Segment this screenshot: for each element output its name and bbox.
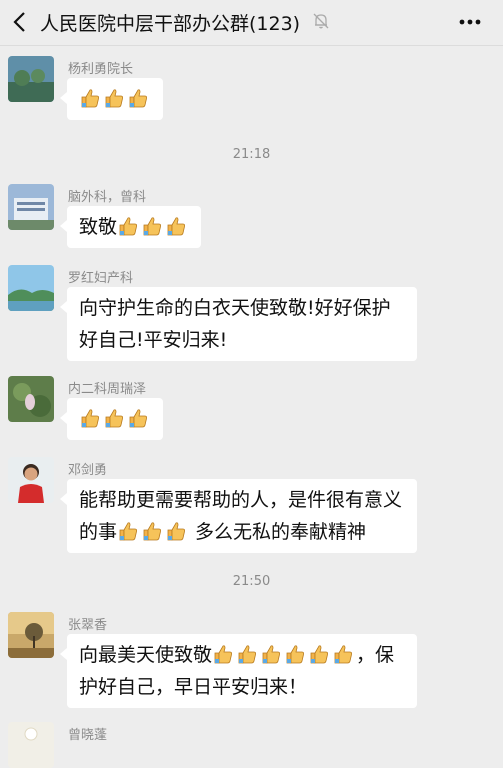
avatar[interactable] <box>8 265 54 311</box>
message-bubble[interactable]: 致敬 <box>59 206 202 248</box>
timestamp: 21:18 <box>232 147 271 162</box>
thumbs-up-icon <box>103 407 125 429</box>
sender-name: 脑外科，曾科 <box>68 190 147 205</box>
sender-name: 邓剑勇 <box>68 463 108 478</box>
avatar[interactable] <box>8 184 54 230</box>
timestamp: 21:50 <box>232 574 271 589</box>
thumbs-up-icon <box>284 643 306 665</box>
thumbs-up-icon <box>127 407 149 429</box>
thumbs-up-icon <box>260 643 282 665</box>
thumbs-up-icon <box>165 215 187 237</box>
message-bubble[interactable]: 向守护生命的白衣天使致敬!好好保护好自己!平安归来! <box>60 287 417 361</box>
thumbs-up-icon <box>212 643 234 665</box>
message-bubble[interactable] <box>60 78 163 120</box>
thumbs-up-icon <box>117 215 139 237</box>
thumbs-up-icon <box>103 87 125 109</box>
avatar[interactable] <box>8 722 54 768</box>
sender-name: 曾晓蓬 <box>68 728 108 743</box>
thumbs-up-icon <box>79 87 101 109</box>
thumbs-up-icon <box>141 215 163 237</box>
thumbs-up-icon <box>165 520 187 542</box>
thumbs-up-icon <box>127 87 149 109</box>
avatar[interactable] <box>8 457 54 503</box>
bell-off-icon <box>313 13 329 29</box>
avatar[interactable] <box>8 56 54 102</box>
thumbs-up-icon <box>141 520 163 542</box>
thumbs-up-icon <box>117 520 139 542</box>
chat-title: 人民医院中层干部办公群(123) <box>40 13 301 35</box>
sender-name: 杨利勇院长 <box>68 62 134 77</box>
thumbs-up-icon <box>79 407 101 429</box>
chevron-left-icon[interactable] <box>10 10 30 34</box>
avatar[interactable] <box>8 612 54 658</box>
message-bubble[interactable] <box>60 398 163 440</box>
avatar[interactable] <box>8 376 54 422</box>
sender-name: 内二科周瑞泽 <box>68 382 147 397</box>
thumbs-up-icon <box>332 643 354 665</box>
sender-name: 张翠香 <box>68 618 108 633</box>
thumbs-up-icon <box>308 643 330 665</box>
thumbs-up-icon <box>236 643 258 665</box>
message-bubble[interactable]: 向最美天使致敬 ，保护好自己，早日平安归来！ <box>60 634 417 708</box>
chat-header: 人民医院中层干部办公群(123) <box>0 0 503 46</box>
message-bubble[interactable]: 能帮助更需要帮助的人，是件很有意义的事 多么无私的奉献精神 <box>60 479 417 553</box>
more-horizontal-icon[interactable] <box>456 10 484 34</box>
sender-name: 罗红妇产科 <box>68 271 134 286</box>
